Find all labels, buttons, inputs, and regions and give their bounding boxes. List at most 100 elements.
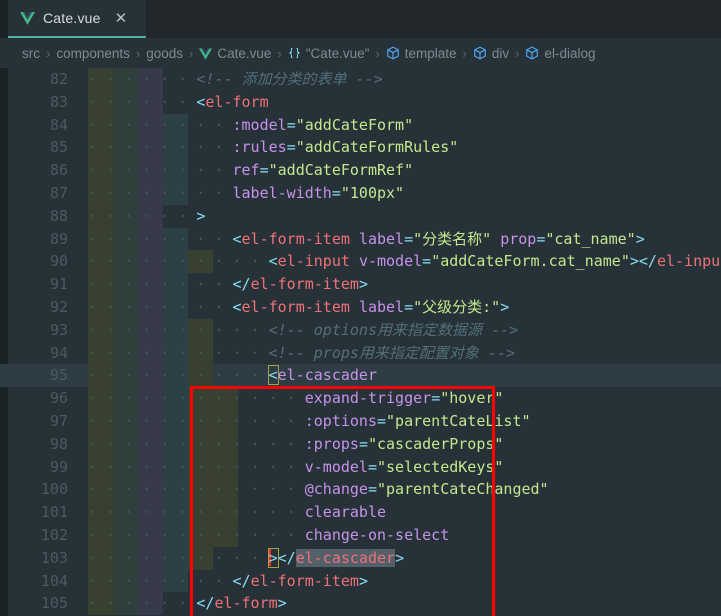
breadcrumb-item-src[interactable]: src [22, 46, 40, 61]
code-editor[interactable]: 82 · · · · · · <!-- 添加分类的表单 --> 83 · · · · … [0, 68, 721, 616]
code-line[interactable]: 103 · · · · · · · · · · ></el-cascader> [0, 546, 721, 570]
code-line[interactable]: 104 · · · · · · · · </el-form-item> [0, 569, 721, 593]
line-number: 93 [49, 320, 68, 339]
code-text: · · · · · · </el-form> [88, 594, 287, 613]
code-line[interactable]: 82 · · · · · · <!-- 添加分类的表单 --> [0, 68, 721, 91]
line-number: 82 [49, 70, 68, 88]
line-number: 91 [49, 275, 68, 294]
code-line[interactable]: 98 · · · · · · · · · · · · :props="cascad… [0, 432, 721, 456]
code-text: · · · · · · · · </el-form-item> [88, 571, 368, 590]
code-text: · · · · · · · · · · · · change-on-select [88, 526, 450, 544]
code-text: · · · · · · · · · · <!-- options用来指定数据源 … [88, 320, 519, 339]
code-line[interactable]: 89 · · · · · · · · <el-form-item label="分… [0, 227, 721, 251]
code-text: · · · · · · · · · · <!-- props用来指定配置对象 -… [88, 343, 516, 362]
line-number: 98 [49, 434, 68, 453]
code-line[interactable]: 95 · · · · · · · · · · <el-cascader [0, 364, 721, 388]
breadcrumb-item-template[interactable]: template [386, 46, 457, 61]
line-number: 84 [49, 115, 68, 134]
breadcrumb-item-catevue[interactable]: Cate.vue [199, 46, 271, 61]
breadcrumb-item-eldialog[interactable]: el-dialog [525, 46, 596, 61]
code-text: · · · · · · · · label-width="100px" [88, 184, 405, 202]
line-number: 83 [49, 92, 68, 111]
close-icon[interactable]: ✕ [115, 11, 128, 26]
breadcrumb: src › components › goods › Cate.vue › "Cate.vue"… [0, 38, 721, 68]
code-line[interactable]: 87 · · · · · · · · label-width="100px" [0, 182, 721, 205]
breadcrumb-item-div[interactable]: div [473, 46, 509, 61]
activity-rail [0, 0, 8, 38]
code-text: · · · · · · · · <el-form-item label="分类名… [88, 229, 645, 248]
symbol-cube-icon [473, 46, 487, 60]
code-line[interactable]: 100 · · · · · · · · · · · · @change="pare… [0, 478, 721, 502]
symbol-cube-icon [525, 46, 539, 60]
code-text: · · · · · · · · · · · · :options="parent… [88, 412, 531, 430]
code-text: · · · · · · <!-- 添加分类的表单 --> [88, 70, 383, 88]
breadcrumb-item-label: div [491, 45, 510, 61]
code-text: · · · · · · · · :rules="addCateFormRules… [88, 138, 459, 157]
line-number: 96 [49, 389, 68, 408]
code-line[interactable]: 101 · · · · · · · · · · · · clearable [0, 501, 721, 524]
line-number: 101 [40, 503, 68, 522]
code-text: · · · · · · > [88, 206, 206, 225]
breadcrumb-separator: › [277, 45, 282, 61]
code-line[interactable]: 92 · · · · · · · · <el-form-item label="父… [0, 296, 721, 319]
line-number: 92 [49, 298, 68, 316]
breadcrumb-item-goods[interactable]: goods [146, 46, 183, 61]
code-text: · · · · · · · · </el-form-item> [88, 275, 368, 294]
code-text: · · · · · · · · · · <el-input v-model="a… [88, 252, 721, 271]
line-number: 90 [49, 252, 68, 271]
breadcrumb-item-label: Cate.vue [217, 45, 272, 61]
code-line[interactable]: 102 · · · · · · · · · · · · change-on-sel… [0, 524, 721, 547]
code-text: · · · · · · · · <el-form-item label="父级分… [88, 298, 510, 316]
code-line[interactable]: 83 · · · · · · <el-form [0, 90, 721, 114]
code-line[interactable]: 97 · · · · · · · · · · · · :options="pare… [0, 410, 721, 433]
breadcrumb-separator: › [462, 45, 467, 61]
vue-icon [20, 11, 35, 25]
code-text: · · · · · · · · · · · · v-model="selecte… [88, 457, 504, 476]
line-number: 103 [40, 548, 68, 567]
line-number: 89 [49, 229, 68, 248]
code-line[interactable]: 96 · · · · · · · · · · · · expand-trigger… [0, 387, 721, 410]
code-text: · · · · · · · · · · <el-cascader [88, 365, 377, 386]
code-text: · · · · · · · · · · · · @change="parentC… [88, 480, 549, 499]
code-line[interactable]: 105 · · · · · · </el-form> [0, 592, 721, 616]
breadcrumb-item-components[interactable]: components [56, 46, 130, 61]
breadcrumb-item-label: "Cate.vue" [305, 45, 370, 61]
tab-label: Cate.vue [43, 10, 101, 26]
code-line[interactable]: 85 · · · · · · · · :rules="addCateFormRul… [0, 136, 721, 160]
code-text: · · · · · · · · · · · · :props="cascader… [88, 434, 504, 453]
breadcrumb-item-label: src [22, 45, 40, 61]
code-text: · · · · · · · · ref="addCateFormRef" [88, 161, 414, 180]
line-number: 86 [49, 161, 68, 180]
code-line[interactable]: 86 · · · · · · · · ref="addCateFormRef" [0, 159, 721, 182]
breadcrumb-separator: › [189, 45, 194, 61]
line-number: 97 [49, 412, 68, 430]
line-number: 95 [49, 366, 68, 385]
code-line[interactable]: 90 · · · · · · · · · · <el-input v-model=… [0, 250, 721, 274]
code-line[interactable]: 91 · · · · · · · · </el-form-item> [0, 273, 721, 296]
breadcrumb-item-catevue[interactable]: "Cate.vue" [288, 45, 370, 61]
vue-icon [199, 47, 213, 60]
code-text: · · · · · · · · · · · · expand-trigger="… [88, 389, 504, 408]
code-text: · · · · · · <el-form [88, 92, 269, 111]
line-number: 100 [40, 480, 68, 499]
code-line[interactable]: 84 · · · · · · · · :model="addCateForm" [0, 113, 721, 137]
breadcrumb-separator: › [135, 45, 141, 61]
line-number: 94 [49, 343, 68, 362]
line-number: 88 [49, 206, 68, 225]
code-line[interactable]: 93 · · · · · · · · · · <!-- options用来指定数据… [0, 318, 721, 342]
line-number: 99 [49, 457, 68, 476]
braces-icon [288, 46, 301, 60]
code-line[interactable]: 94 · · · · · · · · · · <!-- props用来指定配置对象… [0, 341, 721, 365]
editor-tab-cate-vue[interactable]: Cate.vue ✕ [8, 0, 146, 38]
code-line[interactable]: 99 · · · · · · · · · · · · v-model="selec… [0, 455, 721, 479]
line-number: 102 [40, 526, 68, 544]
symbol-cube-icon [386, 46, 400, 60]
code-line[interactable]: 88 · · · · · · > [0, 204, 721, 228]
line-number: 104 [40, 571, 68, 590]
breadcrumb-separator: › [46, 45, 51, 61]
line-number: 105 [40, 594, 68, 613]
breadcrumb-separator: › [515, 45, 520, 61]
line-number: 85 [49, 138, 68, 157]
code-text: · · · · · · · · · · ></el-cascader> [88, 547, 405, 568]
code-text: · · · · · · · · · · · · clearable [88, 503, 387, 522]
